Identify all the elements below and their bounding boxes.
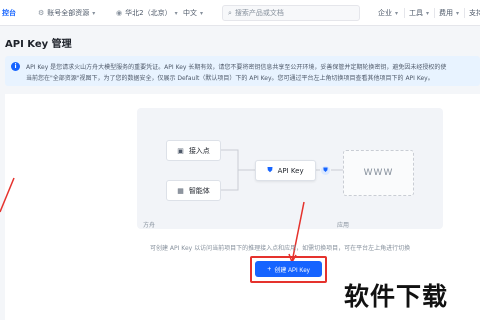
- billing-menu[interactable]: 费用 ▾: [439, 0, 459, 26]
- create-api-key-label: 创建 API Key: [274, 267, 310, 274]
- tools-menu[interactable]: 工具 ▾: [409, 0, 429, 26]
- search-placeholder: 搜索产品或文档: [234, 9, 284, 17]
- account-icon: ⚙: [38, 9, 45, 17]
- console-logo[interactable]: 控台: [2, 0, 16, 26]
- language-selector[interactable]: 中文 ▾: [183, 0, 203, 26]
- enterprise-label: 企业: [378, 9, 392, 17]
- shield-icon: ⛊: [321, 166, 330, 175]
- tools-label: 工具: [409, 9, 423, 17]
- billing-label: 费用: [439, 9, 453, 17]
- access-point-icon: ▣: [177, 146, 184, 155]
- banner-text-line1: API Key 是您请求火山方舟大模型服务的重要凭证。API Key 长期有效，…: [26, 64, 447, 71]
- chevron-down-icon: ▾: [456, 9, 460, 17]
- watermark: 软件下载: [344, 282, 449, 311]
- api-key-label: API Key: [277, 166, 304, 175]
- www-app-node: WWW: [343, 150, 414, 196]
- account-selector[interactable]: ⚙ 账号全部资源 ▾: [38, 0, 95, 26]
- agent-node: ▦ 智能体: [166, 180, 221, 201]
- info-icon: i: [11, 62, 20, 71]
- search-icon: ⌕: [228, 8, 232, 17]
- chevron-down-icon: ▾: [426, 9, 430, 17]
- chevron-down-icon: ▾: [200, 9, 204, 17]
- page-title: API Key 管理: [5, 39, 72, 50]
- create-api-key-button[interactable]: + 创建 API Key: [255, 261, 322, 277]
- location-icon: ◉: [116, 9, 123, 17]
- access-point-node: ▣ 接入点: [166, 140, 221, 161]
- info-banner: i API Key 是您请求火山方舟大模型服务的重要凭证。API Key 长期有…: [5, 56, 480, 86]
- agent-label: 智能体: [188, 186, 210, 195]
- api-key-node: ⛊ API Key: [255, 160, 316, 181]
- hint-text: 可创建 API Key 以访问当前项目下的推理接入点和应用，如需切换项目，可在平…: [150, 245, 411, 252]
- access-point-label: 接入点: [188, 146, 210, 155]
- support-label: 支持: [469, 9, 480, 17]
- ark-label: 方舟: [143, 222, 156, 229]
- region-label: 华北2（北京）: [125, 9, 172, 17]
- chevron-down-icon: ▾: [395, 9, 399, 17]
- plus-icon: +: [267, 265, 272, 273]
- search-input[interactable]: ⌕ 搜索产品或文档: [222, 5, 360, 21]
- region-selector[interactable]: ◉ 华北2（北京） ▾: [116, 0, 178, 26]
- divider: [464, 8, 465, 18]
- support-menu[interactable]: 支持: [469, 0, 480, 26]
- account-label: 账号全部资源: [47, 9, 90, 17]
- chevron-down-icon: ▾: [174, 9, 178, 17]
- language-label: 中文: [183, 9, 197, 17]
- divider: [404, 8, 405, 18]
- shield-icon: ⛊: [267, 166, 273, 174]
- divider: [434, 8, 435, 18]
- chevron-down-icon: ▾: [92, 9, 96, 17]
- agent-icon: ▦: [177, 186, 184, 195]
- top-nav-bar: 控台 ⚙ 账号全部资源 ▾ ◉ 华北2（北京） ▾ 中文 ▾ ⌕ 搜索产品或文档…: [0, 0, 480, 26]
- banner-text-line2: 当前您在"全部资源"视图下，为了您的数据安全，仅展示 Default（默认项目）…: [26, 75, 434, 82]
- application-label: 应用: [337, 222, 350, 229]
- enterprise-menu[interactable]: 企业 ▾: [378, 0, 398, 26]
